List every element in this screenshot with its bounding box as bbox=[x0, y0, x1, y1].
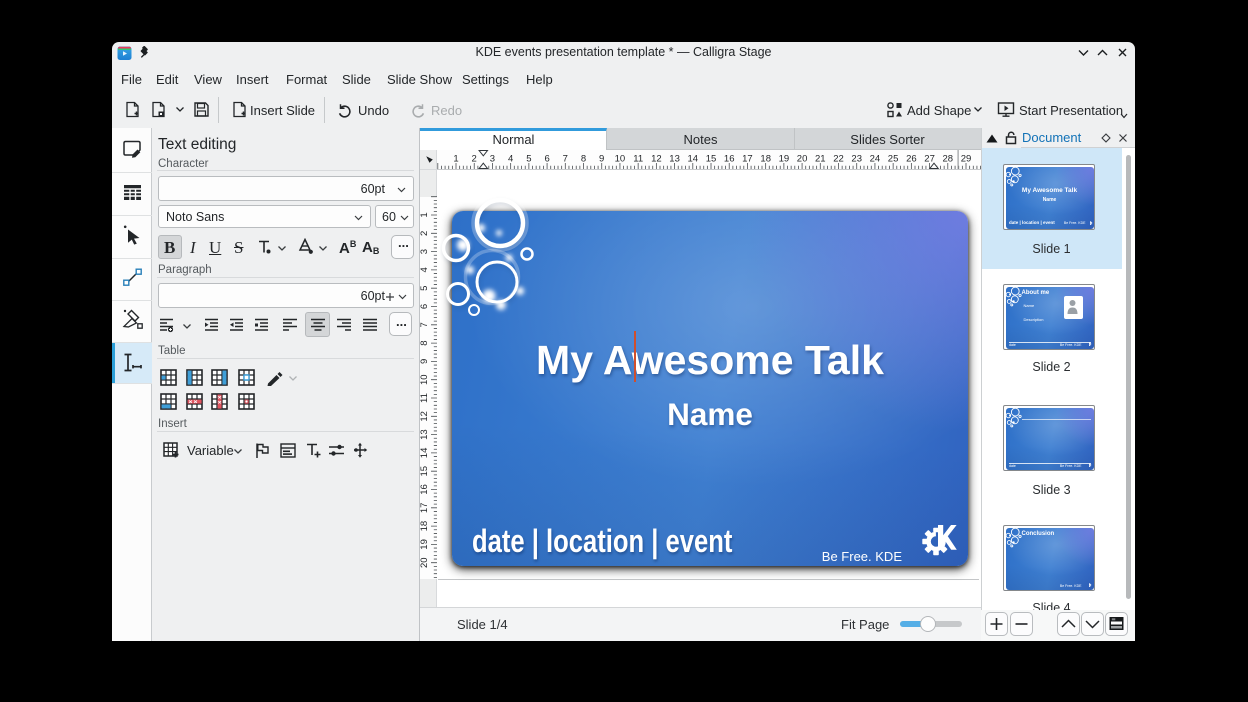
svg-text:17: 17 bbox=[420, 503, 430, 514]
svg-text:27: 27 bbox=[924, 154, 935, 165]
svg-text:8: 8 bbox=[420, 340, 430, 345]
svg-text:12: 12 bbox=[651, 154, 662, 165]
svg-text:13: 13 bbox=[420, 429, 430, 440]
svg-text:6: 6 bbox=[420, 304, 430, 309]
svg-text:4: 4 bbox=[420, 267, 430, 272]
svg-text:10: 10 bbox=[420, 374, 430, 385]
svg-text:6: 6 bbox=[544, 154, 549, 165]
svg-text:11: 11 bbox=[633, 154, 643, 165]
svg-text:3: 3 bbox=[490, 154, 495, 165]
svg-text:1: 1 bbox=[453, 154, 458, 165]
svg-text:7: 7 bbox=[420, 322, 430, 327]
svg-text:20: 20 bbox=[420, 557, 430, 568]
svg-text:10: 10 bbox=[615, 154, 626, 165]
svg-text:5: 5 bbox=[420, 286, 430, 291]
svg-text:20: 20 bbox=[797, 154, 808, 165]
svg-text:5: 5 bbox=[526, 154, 531, 165]
svg-text:3: 3 bbox=[420, 249, 430, 254]
svg-text:23: 23 bbox=[851, 154, 862, 165]
svg-text:19: 19 bbox=[420, 539, 430, 550]
svg-text:11: 11 bbox=[420, 393, 430, 403]
svg-text:14: 14 bbox=[420, 448, 430, 459]
svg-text:29: 29 bbox=[961, 154, 972, 165]
svg-text:2: 2 bbox=[420, 231, 430, 236]
svg-text:26: 26 bbox=[906, 154, 917, 165]
svg-text:16: 16 bbox=[420, 484, 430, 495]
svg-text:21: 21 bbox=[815, 154, 826, 165]
svg-text:17: 17 bbox=[742, 154, 753, 165]
svg-text:12: 12 bbox=[420, 411, 430, 422]
svg-text:13: 13 bbox=[669, 154, 680, 165]
svg-text:28: 28 bbox=[943, 154, 954, 165]
svg-text:7: 7 bbox=[563, 154, 568, 165]
svg-text:4: 4 bbox=[508, 154, 513, 165]
svg-text:2: 2 bbox=[472, 154, 477, 165]
svg-text:1: 1 bbox=[420, 212, 430, 217]
svg-text:14: 14 bbox=[688, 154, 699, 165]
svg-text:8: 8 bbox=[581, 154, 586, 165]
svg-text:25: 25 bbox=[888, 154, 899, 165]
svg-text:9: 9 bbox=[420, 359, 430, 364]
svg-text:9: 9 bbox=[599, 154, 604, 165]
svg-text:18: 18 bbox=[420, 521, 430, 532]
svg-text:16: 16 bbox=[724, 154, 735, 165]
svg-text:22: 22 bbox=[833, 154, 844, 165]
svg-text:18: 18 bbox=[760, 154, 771, 165]
svg-text:15: 15 bbox=[706, 154, 717, 165]
svg-text:24: 24 bbox=[870, 154, 881, 165]
svg-text:19: 19 bbox=[779, 154, 790, 165]
svg-text:15: 15 bbox=[420, 466, 430, 477]
